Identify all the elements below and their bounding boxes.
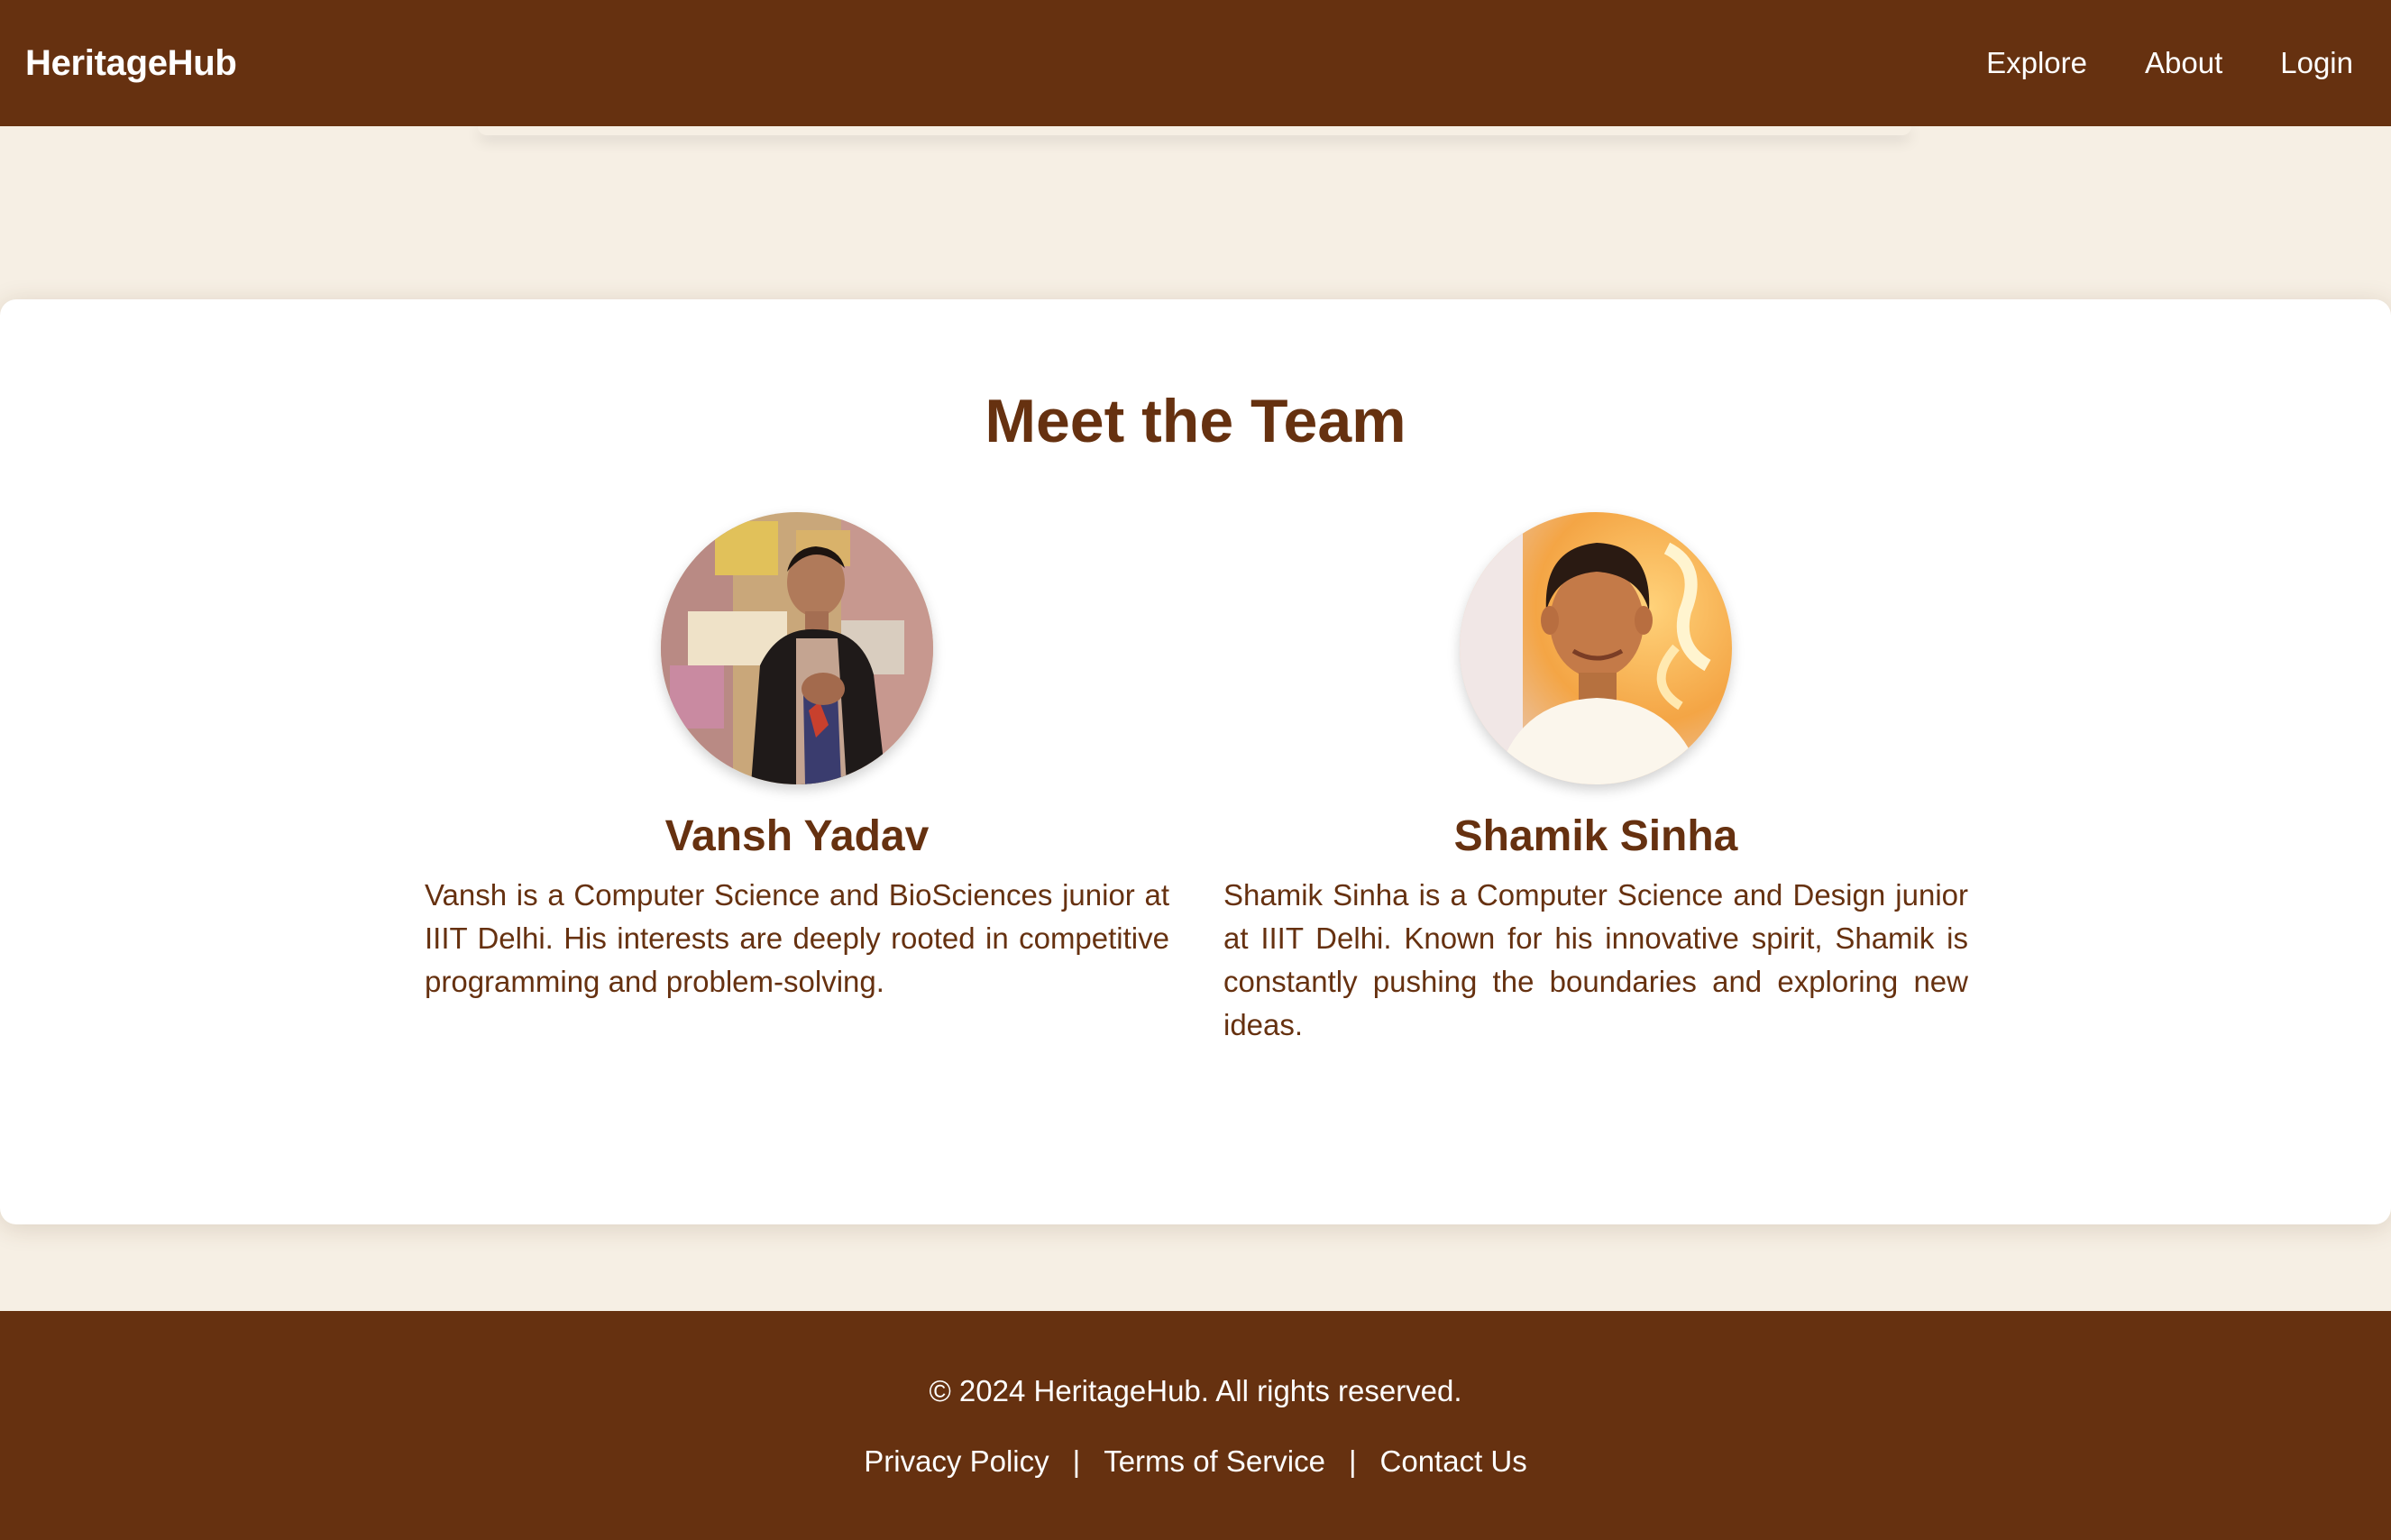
footer-link-terms-of-service[interactable]: Terms of Service	[1104, 1444, 1325, 1479]
member-name: Vansh Yadav	[664, 812, 930, 860]
section-title: Meet the Team	[985, 387, 1406, 455]
brand-logo[interactable]: HeritageHub	[25, 43, 237, 84]
navbar: HeritageHub Explore About Login	[0, 0, 2391, 126]
nav-link-explore[interactable]: Explore	[1986, 46, 2087, 80]
member-bio: Vansh is a Computer Science and BioScien…	[425, 878, 1169, 998]
footer-separator: |	[1072, 1444, 1081, 1478]
nav-link-login[interactable]: Login	[2280, 46, 2353, 80]
copyright-text: © 2024 HeritageHub. All rights reserved.	[929, 1374, 1462, 1407]
footer-links: Privacy Policy | Terms of Service | Cont…	[0, 1444, 2391, 1479]
member-avatar	[1460, 512, 1732, 784]
team-member-card: Vansh Yadav Vansh is a Computer Science …	[425, 512, 1169, 1004]
footer-link-contact-us[interactable]: Contact Us	[1380, 1444, 1527, 1479]
member-name: Shamik Sinha	[1453, 812, 1738, 860]
nav-links: Explore About Login	[1986, 46, 2353, 80]
member-avatar	[661, 512, 933, 784]
member-photo	[661, 512, 933, 784]
team-section: Meet the Team Vansh Yadav Vansh is a Com…	[0, 299, 2391, 1224]
member-photo	[1460, 512, 1732, 784]
team-member-card: Shamik Sinha Shamik Sinha is a Computer …	[1223, 512, 1968, 1047]
footer: © 2024 HeritageHub. All rights reserved.…	[0, 1311, 2391, 1540]
footer-separator: |	[1348, 1444, 1357, 1478]
member-bio: Shamik Sinha is a Computer Science and D…	[1223, 878, 1968, 1041]
nav-link-about[interactable]: About	[2145, 46, 2222, 80]
footer-link-privacy-policy[interactable]: Privacy Policy	[864, 1444, 1049, 1479]
nav-shadow	[478, 126, 1911, 135]
